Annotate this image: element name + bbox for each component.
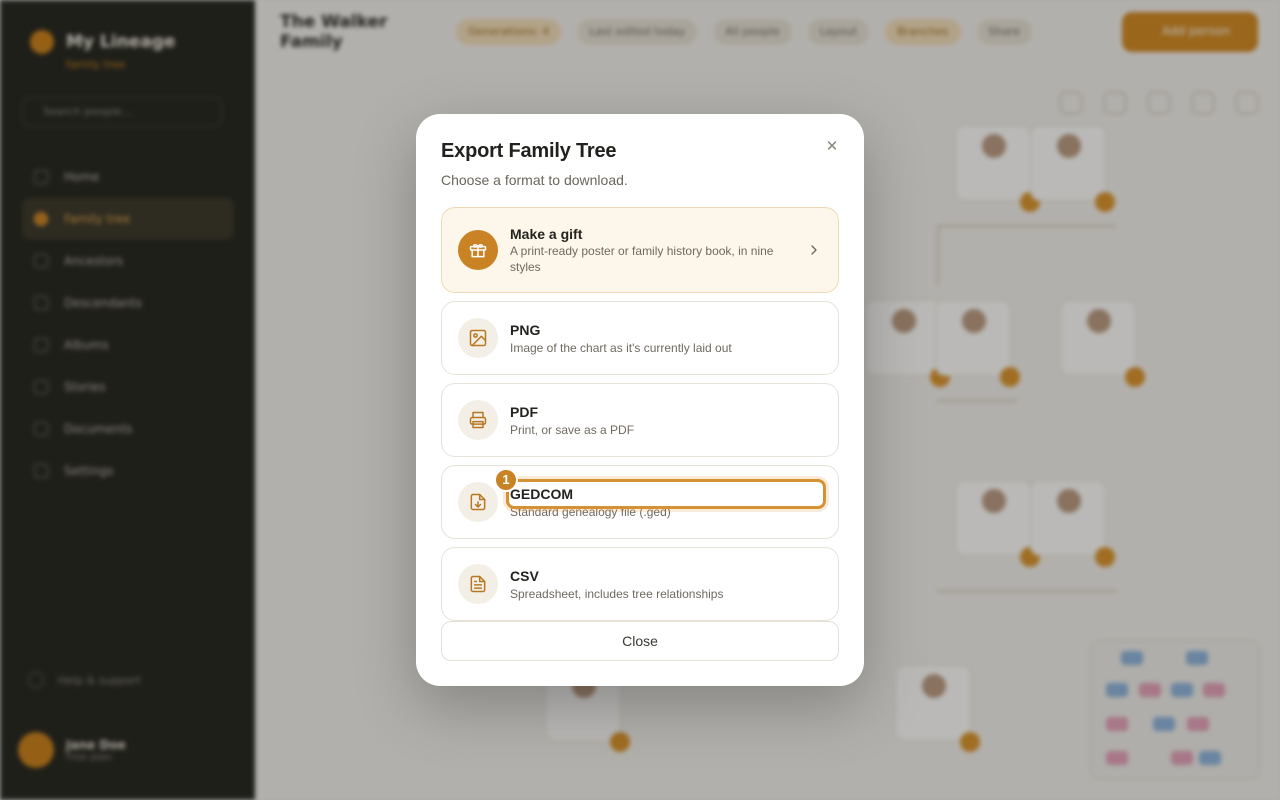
option-label: PNG bbox=[510, 322, 541, 338]
highlight-outline bbox=[506, 479, 826, 509]
dialog-title: Export Family Tree bbox=[441, 140, 617, 162]
export-dialog: ✕ Export Family Tree Choose a format to … bbox=[416, 114, 864, 686]
file-download-icon bbox=[458, 482, 498, 522]
file-text-icon bbox=[458, 564, 498, 604]
option-png[interactable]: PNG Image of the chart as it's currently… bbox=[441, 301, 839, 375]
option-gedcom[interactable]: GEDCOM Standard genealogy file (.ged) 1 bbox=[441, 465, 839, 539]
option-csv[interactable]: CSV Spreadsheet, includes tree relations… bbox=[441, 547, 839, 621]
gift-icon bbox=[458, 230, 498, 270]
step-badge: 1 bbox=[494, 468, 518, 492]
option-description: Image of the chart as it's currently lai… bbox=[510, 341, 732, 355]
image-icon bbox=[458, 318, 498, 358]
close-icon[interactable]: ✕ bbox=[822, 136, 842, 156]
option-label: PDF bbox=[510, 404, 538, 420]
close-button[interactable]: Close bbox=[441, 621, 839, 661]
option-pdf[interactable]: PDF Print, or save as a PDF bbox=[441, 383, 839, 457]
option-label: CSV bbox=[510, 568, 539, 584]
option-description: Print, or save as a PDF bbox=[510, 423, 635, 437]
printer-icon bbox=[458, 400, 498, 440]
option-label: Make a gift bbox=[510, 226, 583, 242]
chevron-right-icon bbox=[811, 245, 817, 255]
option-make-a-gift[interactable]: Make a gift A print-ready poster or fami… bbox=[441, 207, 839, 293]
option-description: Spreadsheet, includes tree relationships bbox=[510, 587, 724, 601]
option-description: A print-ready poster or family history b… bbox=[510, 244, 774, 274]
dialog-subtitle: Choose a format to download. bbox=[441, 172, 628, 188]
